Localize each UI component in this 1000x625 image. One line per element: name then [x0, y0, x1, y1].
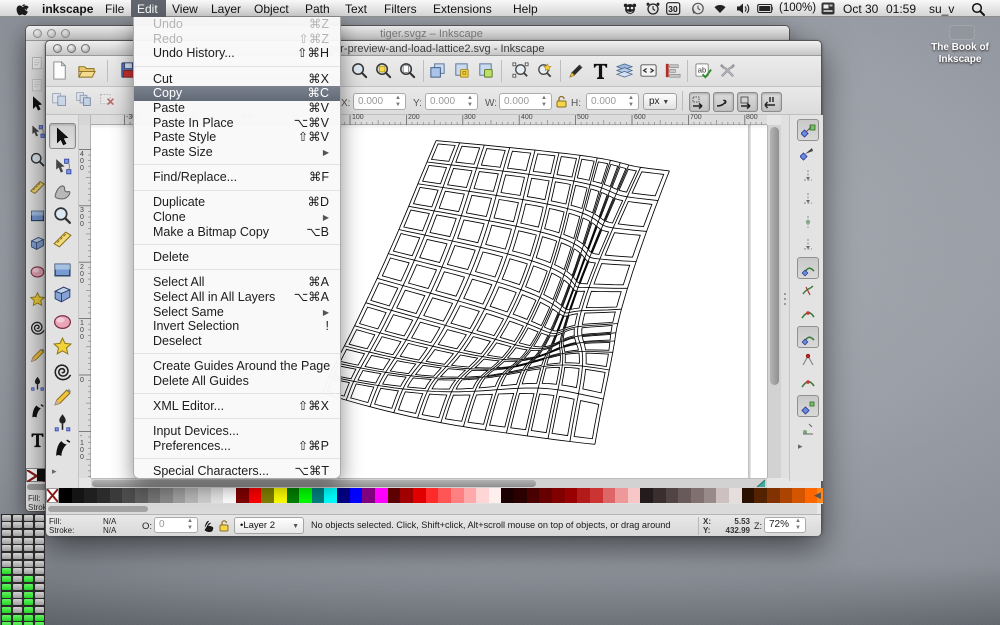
svg-text:30: 30 — [668, 4, 678, 14]
svg-text:ab: ab — [698, 65, 706, 74]
